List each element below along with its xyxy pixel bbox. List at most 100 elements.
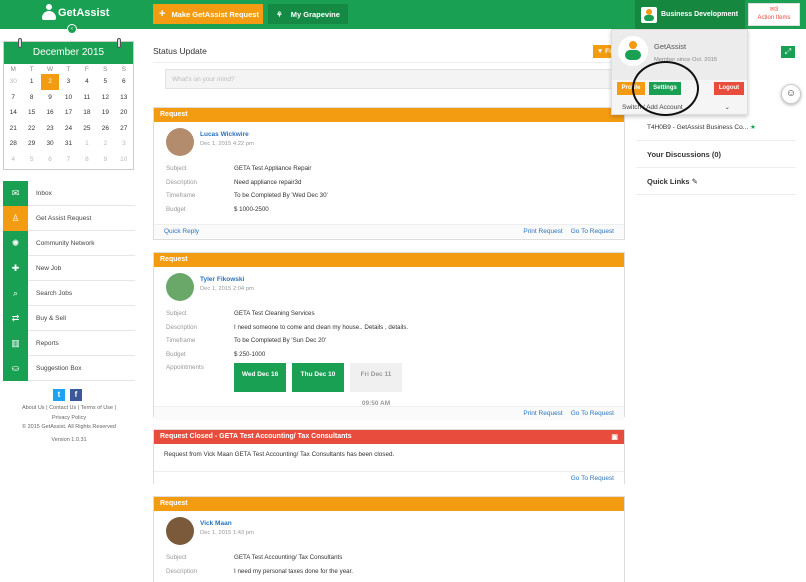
calendar-day[interactable]: 6 bbox=[41, 152, 59, 168]
calendar-day[interactable]: 6 bbox=[115, 74, 133, 90]
calendar-day[interactable]: 2 bbox=[96, 136, 114, 152]
user-name[interactable]: Vick Maan bbox=[200, 520, 254, 527]
calendar-day[interactable]: 7 bbox=[59, 152, 77, 168]
sidebar-item-community-network[interactable]: ✺ Community Network bbox=[3, 230, 135, 256]
request-card: Request Vick Maan Dec 1, 2015 1:43 pm Subje… bbox=[153, 496, 625, 582]
appointment-slot[interactable]: Thu Dec 10 01:30 PM bbox=[292, 362, 344, 407]
account-row[interactable]: T4H0B9 - GetAssist Business Co... ★ bbox=[636, 123, 796, 131]
calendar-ring-icon bbox=[117, 38, 121, 48]
calendar-day[interactable]: 10 bbox=[115, 152, 133, 168]
user-avatar[interactable] bbox=[166, 128, 194, 156]
make-request-button[interactable]: + Make GetAssist Request bbox=[153, 4, 263, 24]
calendar-day[interactable]: 17 bbox=[59, 105, 77, 121]
calendar-day[interactable]: 30 bbox=[41, 136, 59, 152]
sidebar-item-new-job[interactable]: ✚ New Job bbox=[3, 255, 135, 281]
calendar-day[interactable]: 23 bbox=[41, 121, 59, 137]
calendar-day[interactable]: 25 bbox=[78, 121, 96, 137]
sidebar-item-buy-sell[interactable]: ⇄ Buy & Sell bbox=[3, 305, 135, 331]
calendar-day[interactable]: 5 bbox=[96, 74, 114, 90]
calendar-day[interactable]: 26 bbox=[96, 121, 114, 137]
quick-reply-link[interactable]: Quick Reply bbox=[164, 228, 199, 235]
sidebar-item-get-assist-request[interactable]: ♙ Get Assist Request bbox=[3, 205, 135, 231]
calendar-day[interactable]: 21 bbox=[4, 121, 22, 137]
business-switcher[interactable]: Business Development bbox=[635, 0, 745, 29]
calendar-day[interactable]: 3 bbox=[59, 74, 77, 90]
calendar-day[interactable]: 19 bbox=[96, 105, 114, 121]
buy-sell-icon: ⇄ bbox=[3, 305, 28, 331]
go-to-request-link[interactable]: Go To Request bbox=[571, 475, 614, 482]
calendar-day[interactable]: 28 bbox=[4, 136, 22, 152]
sidebar-item-search-jobs[interactable]: ⌕ Search Jobs bbox=[3, 280, 135, 306]
calendar-day[interactable]: 27 bbox=[115, 121, 133, 137]
go-to-request-link[interactable]: Go To Request bbox=[571, 228, 614, 235]
description-label: Description bbox=[166, 178, 197, 186]
appointment-time: 01:30 PM bbox=[303, 399, 333, 407]
calendar-day[interactable]: 1 bbox=[22, 74, 40, 90]
user-name[interactable]: Lucas Wickwire bbox=[200, 131, 254, 138]
timeframe-label: Timeframe bbox=[166, 192, 196, 200]
status-input[interactable]: What's on your mind? bbox=[165, 69, 625, 89]
sidebar-item-suggestion-box[interactable]: ⛀ Suggestion Box bbox=[3, 355, 135, 381]
user-avatar[interactable] bbox=[166, 273, 194, 301]
calendar-day[interactable]: 4 bbox=[4, 152, 22, 168]
card-type: Request bbox=[160, 256, 188, 263]
calendar-day[interactable]: 8 bbox=[22, 90, 40, 106]
description-value: I need my personal taxes done for the ye… bbox=[234, 567, 354, 575]
calendar-day[interactable]: 14 bbox=[4, 105, 22, 121]
calendar-day[interactable]: 2 bbox=[40, 74, 60, 90]
contact-link[interactable]: Contact Us bbox=[49, 405, 76, 411]
calendar-day[interactable]: 12 bbox=[96, 90, 114, 106]
calendar-day[interactable]: 18 bbox=[78, 105, 96, 121]
twitter-icon[interactable]: t bbox=[53, 389, 65, 401]
print-request-link[interactable]: Print Request bbox=[523, 228, 562, 235]
calendar-day[interactable]: 4 bbox=[78, 74, 96, 90]
user-name[interactable]: Tyler Fikowski bbox=[200, 276, 254, 283]
sidebar-item-reports[interactable]: ▥ Reports bbox=[3, 330, 135, 356]
calendar-day[interactable]: 9 bbox=[96, 152, 114, 168]
weekday-label: F bbox=[84, 65, 89, 73]
calendar-day[interactable]: 1 bbox=[78, 136, 96, 152]
calendar-day[interactable]: 31 bbox=[59, 136, 77, 152]
calendar-day[interactable]: 3 bbox=[115, 136, 133, 152]
calendar-day[interactable]: 15 bbox=[22, 105, 40, 121]
action-items-button[interactable]: ✉3 Action Items bbox=[748, 3, 800, 26]
calendar-day[interactable]: 7 bbox=[4, 90, 22, 106]
app-logo[interactable]: GetAssist bbox=[42, 4, 109, 22]
logout-button[interactable]: Logout bbox=[714, 82, 744, 95]
my-grapevine-button[interactable]: ⚘ My Grapevine bbox=[268, 4, 348, 24]
calendar-day[interactable]: 10 bbox=[59, 90, 77, 106]
calendar-day[interactable]: 13 bbox=[115, 90, 133, 106]
about-link[interactable]: About Us bbox=[22, 405, 45, 411]
your-discussions[interactable]: Your Discussions (0) bbox=[647, 150, 721, 159]
user-avatar[interactable] bbox=[166, 517, 194, 545]
calendar-day[interactable]: 11 bbox=[78, 90, 96, 106]
main-feed: Status Update ▼ Filter What's on your mi… bbox=[153, 40, 625, 89]
social-links: t f bbox=[53, 389, 82, 401]
terms-link[interactable]: Terms of Use bbox=[81, 405, 113, 411]
go-to-request-link[interactable]: Go To Request bbox=[571, 410, 614, 417]
print-request-link[interactable]: Print Request bbox=[523, 410, 562, 417]
calendar-day[interactable]: 5 bbox=[22, 152, 40, 168]
edit-icon[interactable]: ✎ bbox=[692, 177, 698, 186]
calendar-day[interactable]: 20 bbox=[115, 105, 133, 121]
expand-icon[interactable]: ⤢ bbox=[781, 46, 795, 58]
chat-avatar-icon[interactable]: ☺ bbox=[781, 84, 801, 104]
action-count-badge: 3 bbox=[774, 7, 779, 13]
calendar-day[interactable]: 9 bbox=[41, 90, 59, 106]
right-panel: T4H0B9 - GetAssist Business Co... ★ Your… bbox=[636, 123, 796, 195]
calendar-day[interactable]: 22 bbox=[22, 121, 40, 137]
appointment-time: 09:50 AM bbox=[361, 399, 391, 407]
calendar-day[interactable]: 30 bbox=[4, 74, 22, 90]
sidebar-item-inbox[interactable]: ✉ Inbox bbox=[3, 180, 135, 206]
calendar-day[interactable]: 29 bbox=[22, 136, 40, 152]
appointment-slot[interactable]: Fri Dec 11 09:50 AM bbox=[350, 362, 402, 407]
appointment-slot[interactable]: Wed Dec 16 08:25 AM bbox=[234, 362, 286, 407]
calendar-day[interactable]: 24 bbox=[59, 121, 77, 137]
business-name: Business Development bbox=[661, 11, 739, 18]
calendar-day[interactable]: 16 bbox=[41, 105, 59, 121]
collapse-sidebar-icon[interactable]: ‹ bbox=[67, 24, 77, 34]
facebook-icon[interactable]: f bbox=[70, 389, 82, 401]
privacy-link[interactable]: Privacy Policy bbox=[3, 414, 135, 424]
calendar-day[interactable]: 8 bbox=[78, 152, 96, 168]
quick-links[interactable]: Quick Links bbox=[647, 177, 690, 186]
